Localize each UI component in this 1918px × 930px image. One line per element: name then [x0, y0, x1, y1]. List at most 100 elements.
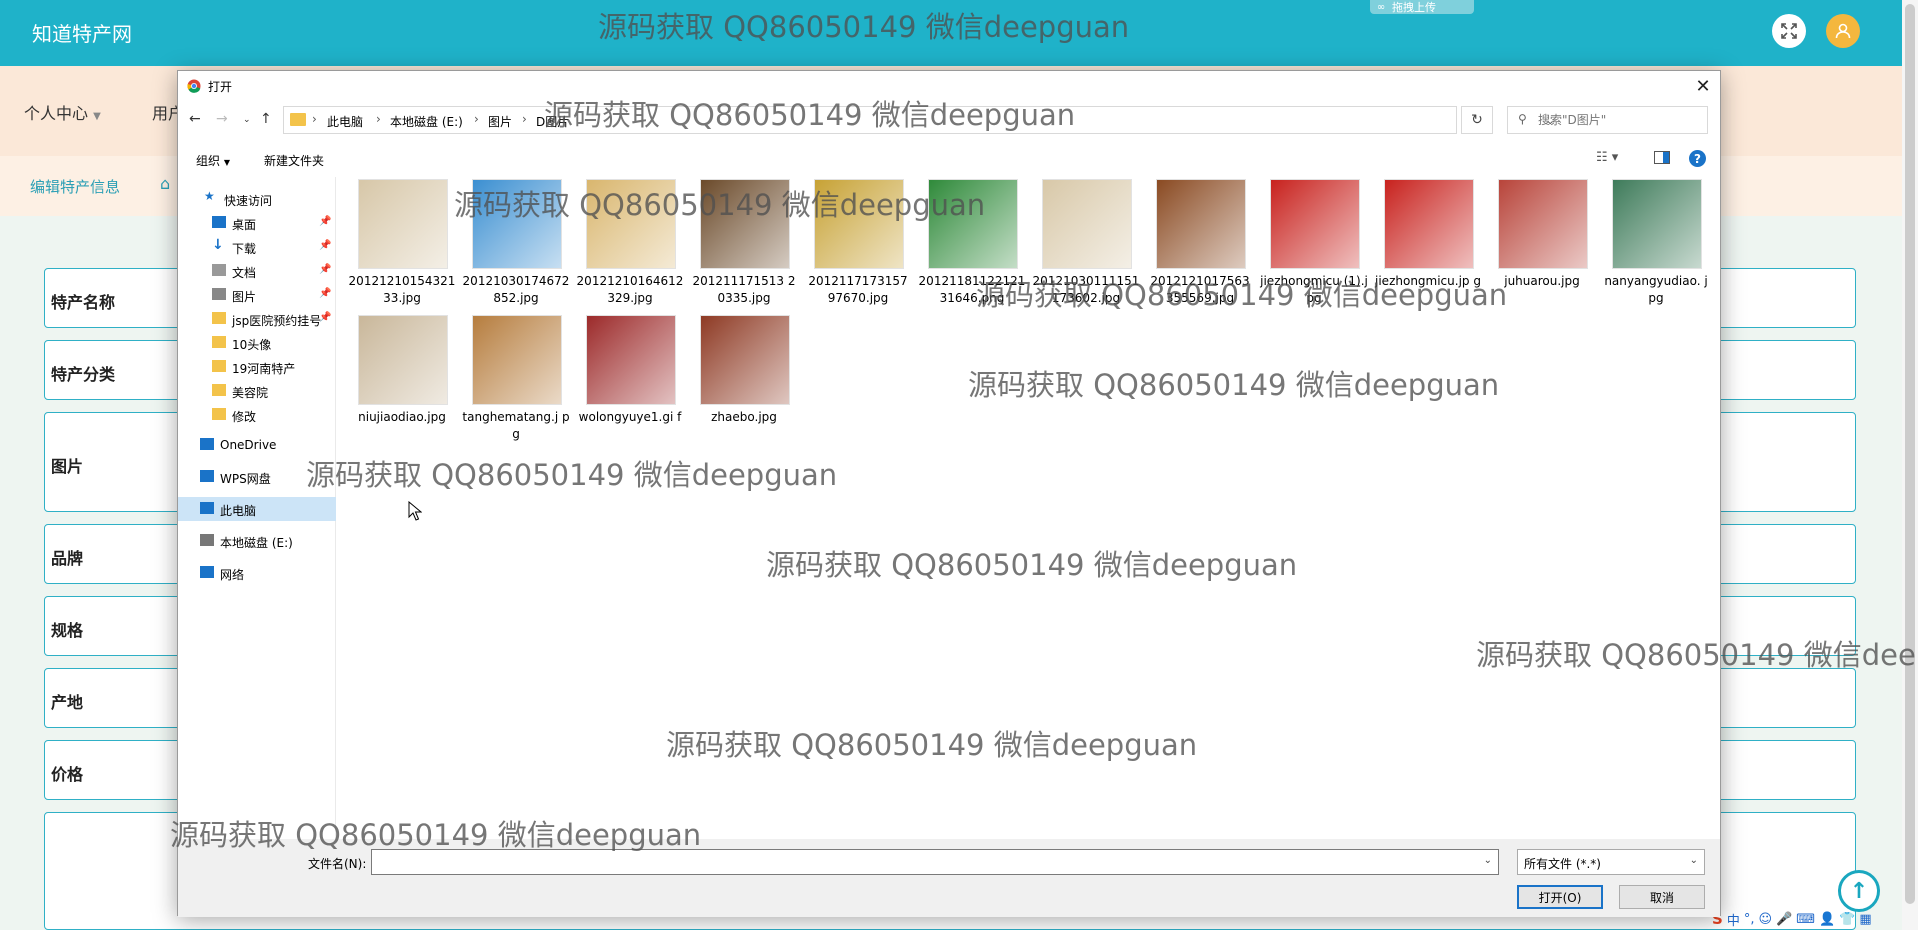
- forward-arrow-icon[interactable]: →: [216, 111, 228, 127]
- nav-pane-label: 文档: [232, 266, 257, 280]
- file-item[interactable]: nanyangyudiao. jpg: [1602, 177, 1710, 311]
- file-name: jiezhongmicu.jp g: [1375, 274, 1481, 288]
- file-list[interactable]: 2012121015432133.jpg 20121030174672852.jp…: [348, 177, 1708, 837]
- pin-icon[interactable]: 📌: [319, 240, 331, 251]
- nav-pane-item[interactable]: 修改: [178, 403, 336, 427]
- nav-personal-center[interactable]: 个人中心 ▼: [24, 100, 101, 124]
- address-bar[interactable]: › 此电脑 › 本地磁盘 (E:) › 图片 › D图片 ⌄: [283, 106, 1554, 134]
- nav-pane-item[interactable]: 桌面 📌: [178, 211, 336, 235]
- nav-pane-label: WPS网盘: [220, 472, 271, 486]
- navigation-pane[interactable]: ★ 快速访问 桌面 📌 ↓ 下载 📌 文档 📌 图片 📌 jsp医院预约挂号 📌 10头像 19河南特产 美容…: [178, 177, 336, 839]
- filename-input[interactable]: ⌄: [371, 849, 1499, 875]
- view-options-icon[interactable]: ☷ ▾: [1596, 150, 1618, 165]
- label-name: 特产名称: [51, 293, 116, 312]
- crumb-d-pictures[interactable]: D图片: [536, 113, 569, 130]
- file-type-select[interactable]: 所有文件 (*.*) ⌄: [1517, 849, 1705, 875]
- crumb-pictures[interactable]: 图片: [488, 113, 512, 130]
- pin-icon[interactable]: 📌: [319, 288, 331, 299]
- crumb-separator: ›: [376, 112, 381, 126]
- open-button[interactable]: 打开(O): [1517, 885, 1603, 909]
- ime-keyboard-icon[interactable]: ⌨: [1796, 912, 1815, 927]
- file-item[interactable]: wolongyuye1.gi f: [576, 313, 684, 447]
- dialog-titlebar[interactable]: 打开 ✕: [178, 71, 1720, 101]
- file-name: 20121030174672852.jpg: [462, 274, 570, 305]
- file-item[interactable]: niujiaodiao.jpg: [348, 313, 456, 447]
- crumb-this-pc[interactable]: 此电脑: [327, 113, 363, 130]
- mouse-cursor-icon: [408, 501, 422, 521]
- file-item[interactable]: 20121030111151 173602.jpg: [1032, 177, 1140, 311]
- folder-icon: [212, 312, 226, 324]
- ime-lang-icon[interactable]: 中: [1727, 910, 1740, 929]
- organize-label: 组织: [196, 154, 221, 168]
- file-name: 20121210164612329.jpg: [576, 274, 684, 305]
- file-item[interactable]: juhuarou.jpg: [1488, 177, 1596, 311]
- refresh-button[interactable]: ↻: [1461, 106, 1493, 134]
- pin-icon[interactable]: 📌: [319, 312, 331, 323]
- preview-pane-icon[interactable]: [1654, 151, 1670, 164]
- recent-chevron-icon[interactable]: ⌄: [243, 115, 251, 125]
- pin-icon[interactable]: 📌: [319, 264, 331, 275]
- cloud-icon: [200, 438, 214, 450]
- nav-pane-item[interactable]: jsp医院预约挂号 📌: [178, 307, 336, 331]
- nav-pane-item[interactable]: 本地磁盘 (E:): [178, 529, 336, 553]
- ime-skin-icon[interactable]: 👕: [1839, 912, 1855, 927]
- home-icon[interactable]: ⌂: [160, 174, 170, 193]
- scrollbar-thumb[interactable]: [1905, 4, 1915, 904]
- crumb-separator: ›: [522, 112, 527, 126]
- up-arrow-icon[interactable]: ↑: [260, 111, 272, 127]
- nav-pane-item[interactable]: ★ 快速访问: [178, 187, 336, 211]
- file-name: jiezhongmicu (1).jpg: [1260, 274, 1368, 305]
- ime-emoji-icon[interactable]: ☺: [1758, 912, 1772, 927]
- file-thumbnail: [472, 315, 562, 405]
- download-icon: ↓: [212, 237, 224, 253]
- file-item[interactable]: zhaebo.jpg: [690, 313, 798, 447]
- breadcrumb-edit-item[interactable]: 编辑特产信息: [30, 176, 120, 197]
- help-icon[interactable]: ?: [1689, 150, 1706, 167]
- nav-pane-item[interactable]: WPS网盘: [178, 465, 336, 489]
- nav-pane-item[interactable]: 19河南特产: [178, 355, 336, 379]
- file-item[interactable]: 20121181122121 31646.png: [918, 177, 1026, 311]
- chevron-down-icon[interactable]: ⌄: [1484, 855, 1492, 866]
- nav-pane-item[interactable]: ↓ 下载 📌: [178, 235, 336, 259]
- search-box[interactable]: ⚲: [1507, 106, 1708, 134]
- user-avatar-button[interactable]: [1826, 14, 1860, 48]
- nav-pane-item[interactable]: OneDrive: [178, 433, 336, 457]
- file-thumbnail: [700, 179, 790, 269]
- new-folder-button[interactable]: 新建文件夹: [264, 152, 324, 169]
- file-item[interactable]: tanghematang.j pg: [462, 313, 570, 447]
- cancel-button[interactable]: 取消: [1619, 885, 1705, 909]
- ime-voice-icon[interactable]: 🎤: [1776, 912, 1792, 927]
- ime-punct-icon[interactable]: °,: [1744, 912, 1755, 927]
- nav-pane-item[interactable]: 美容院: [178, 379, 336, 403]
- site-brand[interactable]: 知道特产网: [32, 18, 132, 47]
- file-item[interactable]: jiezhongmicu (1).jpg: [1260, 177, 1368, 311]
- back-to-top-button[interactable]: ↑: [1838, 870, 1880, 912]
- nav-pane-item[interactable]: 10头像: [178, 331, 336, 355]
- crumb-drive-e[interactable]: 本地磁盘 (E:): [390, 113, 463, 130]
- file-item[interactable]: 2012121015432133.jpg: [348, 177, 456, 311]
- search-input[interactable]: [1538, 111, 1698, 129]
- file-item[interactable]: 20121030174672852.jpg: [462, 177, 570, 311]
- file-item[interactable]: jiezhongmicu.jp g: [1374, 177, 1482, 311]
- nav-pane-item[interactable]: 此电脑: [178, 497, 336, 521]
- fullscreen-button[interactable]: [1772, 14, 1806, 48]
- close-button[interactable]: ✕: [1686, 71, 1720, 101]
- pin-icon[interactable]: 📌: [319, 216, 331, 227]
- nav-pane-item[interactable]: 网络: [178, 561, 336, 585]
- back-arrow-icon[interactable]: ←: [189, 111, 201, 127]
- network-icon: [200, 566, 214, 578]
- file-item[interactable]: 20121210164612329.jpg: [576, 177, 684, 311]
- upload-tag[interactable]: ∞ 拖拽上传: [1370, 0, 1474, 14]
- nav-pane-item[interactable]: 文档 📌: [178, 259, 336, 283]
- open-file-dialog: 打开 ✕ ← → ⌄ ↑ › 此电脑 › 本地磁盘 (E:) › 图片 › D图…: [177, 70, 1721, 917]
- page-scrollbar[interactable]: [1902, 0, 1918, 930]
- file-item[interactable]: 2012117173157 97670.jpg: [804, 177, 912, 311]
- file-thumbnail: [358, 315, 448, 405]
- ime-user-icon[interactable]: 👤: [1819, 912, 1835, 927]
- nav-pane-label: jsp医院预约挂号: [232, 314, 322, 328]
- ime-menu-icon[interactable]: ▦: [1859, 912, 1871, 927]
- organize-button[interactable]: 组织 ▼: [196, 152, 230, 169]
- nav-pane-item[interactable]: 图片 📌: [178, 283, 336, 307]
- file-item[interactable]: 201211171513 20335.jpg: [690, 177, 798, 311]
- file-item[interactable]: 2012121017563 355569.jpg: [1146, 177, 1254, 311]
